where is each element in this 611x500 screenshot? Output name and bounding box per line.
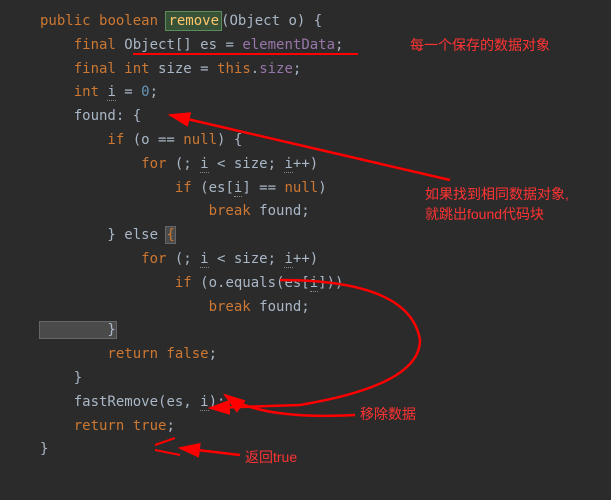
code-line-4: int i = 0;: [40, 81, 611, 105]
annotation-3: 移除数据: [360, 405, 416, 425]
code-line-19: }: [40, 438, 611, 462]
method-name-highlight: remove: [166, 12, 221, 30]
code-block: public boolean remove(Object o) { final …: [40, 10, 611, 462]
code-line-18: return true;: [40, 415, 611, 439]
code-line-7: for (; i < size; i++): [40, 153, 611, 177]
red-underline: [133, 53, 358, 55]
code-line-14: }: [40, 319, 611, 343]
code-line-15: return false;: [40, 343, 611, 367]
code-line-12: if (o.equals(es[i])): [40, 272, 611, 296]
code-line-10: } else {: [40, 224, 611, 248]
code-line-3: final int size = this.size;: [40, 58, 611, 82]
code-line-11: for (; i < size; i++): [40, 248, 611, 272]
code-line-5: found: {: [40, 105, 611, 129]
code-line-16: }: [40, 367, 611, 391]
code-line-13: break found;: [40, 296, 611, 320]
cursor-brace: {: [166, 227, 174, 243]
annotation-2: 如果找到相同数据对象, 就跳出found代码块: [425, 185, 569, 224]
code-line-6: if (o == null) {: [40, 129, 611, 153]
code-line-1: public boolean remove(Object o) {: [40, 10, 611, 34]
annotation-4: 返回true: [245, 448, 297, 468]
code-line-17: fastRemove(es, i);: [40, 391, 611, 415]
annotation-1: 每一个保存的数据对象: [410, 36, 550, 56]
